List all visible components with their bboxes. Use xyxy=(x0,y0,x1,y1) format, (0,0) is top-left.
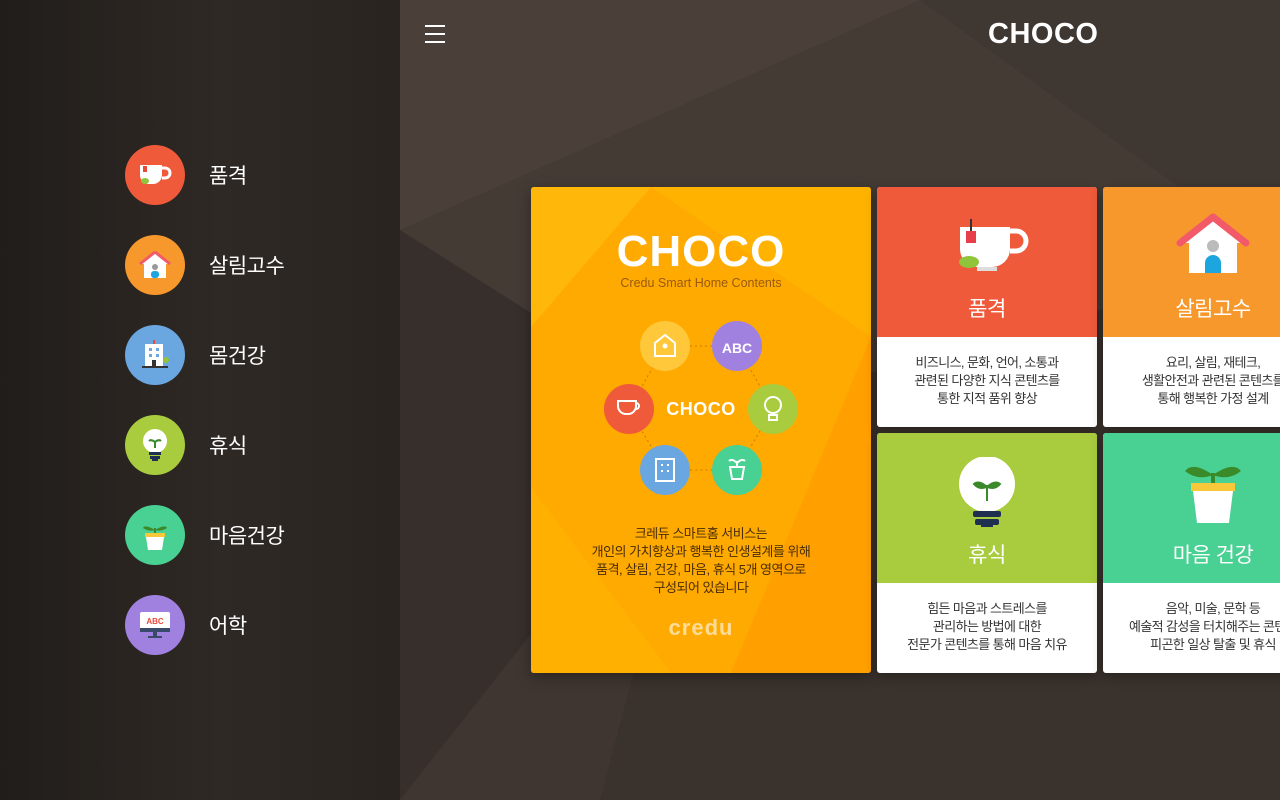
hospital-icon xyxy=(125,325,185,385)
feature-title: CHOCO xyxy=(616,227,786,276)
sidebar-item-maeumgeongang[interactable]: 마음건강 xyxy=(125,505,285,565)
sidebar-menu: 품격 살림고수 몸건강 휴식 마음건강 ABC 어학 xyxy=(125,145,285,685)
hospital-icon xyxy=(640,445,690,495)
house-icon xyxy=(125,235,185,295)
tile-title: 품격 xyxy=(968,298,1006,321)
abc-monitor-icon: ABC xyxy=(125,595,185,655)
sidebar-item-label: 휴식 xyxy=(209,435,247,458)
credu-logo: credu xyxy=(668,615,734,640)
plant-pot-icon xyxy=(712,445,762,495)
sidebar-item-momgeongang[interactable]: 몸건강 xyxy=(125,325,284,385)
sidebar-item-label: 몸건강 xyxy=(209,345,266,368)
sidebar-item-label: 어학 xyxy=(209,615,247,638)
tile-title: 휴식 xyxy=(968,544,1006,567)
feature-subtitle: Credu Smart Home Contents xyxy=(620,276,782,290)
sidebar-item-pumgyeok[interactable]: 품격 xyxy=(125,145,284,205)
feature-card[interactable]: CHOCO Credu Smart Home Contents ABC CHOC… xyxy=(531,187,871,673)
sidebar-item-hyusik[interactable]: 휴식 xyxy=(125,415,284,475)
tile-title: 살림고수 xyxy=(1175,298,1251,321)
plant-pot-icon xyxy=(125,505,185,565)
hamburger-menu-icon[interactable] xyxy=(425,25,447,45)
teacup-icon xyxy=(125,145,185,205)
tile-description: 비즈니스, 문화, 언어, 소통과 관련된 다양한 지식 콘텐츠를 통한 지적 … xyxy=(914,355,1060,406)
tile-maeumgeongang[interactable]: 마음 건강 음악, 미술, 문학 등 예술적 감성을 터치해주는 콘텐츠 피곤한… xyxy=(1103,433,1280,673)
lightbulb-icon xyxy=(125,415,185,475)
teacup-icon xyxy=(959,219,1029,271)
svg-text:ABC: ABC xyxy=(722,340,752,356)
sidebar-item-label: 살림고수 xyxy=(209,255,285,278)
svg-text:ABC: ABC xyxy=(146,617,164,626)
tile-pumgyeok[interactable]: 품격 비즈니스, 문화, 언어, 소통과 관련된 다양한 지식 콘텐츠를 통한 … xyxy=(877,187,1097,427)
center-logo: CHOCO xyxy=(666,399,736,419)
abc-letters-icon: ABC xyxy=(712,321,762,371)
tile-title: 마음 건강 xyxy=(1172,544,1254,567)
tile-description: 요리, 살림, 재테크, 생활안전과 관련된 콘텐츠를 통해 행복한 가정 설계 xyxy=(1141,355,1280,406)
lightbulb-icon xyxy=(959,457,1015,527)
tile-hyusik[interactable]: 휴식 힘든 마음과 스트레스를 관리하는 방법에 대한 전문가 콘텐츠를 통해 … xyxy=(877,433,1097,673)
tile-description: 음악, 미술, 문학 등 예술적 감성을 터치해주는 콘텐츠 피곤한 일상 탈출… xyxy=(1128,601,1280,652)
feature-description: 크레듀 스마트홈 서비스는 개인의 가치향상과 행복한 인생설계를 위해 품격,… xyxy=(591,526,811,595)
house-icon xyxy=(640,321,690,371)
plant-pot-icon xyxy=(1185,466,1241,523)
sidebar-item-label: 품격 xyxy=(209,165,247,188)
app-logo: CHOCO xyxy=(988,18,1099,50)
sidebar-item-eohak[interactable]: ABC 어학 xyxy=(125,595,284,655)
tile-salimgosu[interactable]: 살림고수 요리, 살림, 재테크, 생활안전과 관련된 콘텐츠를 통해 행복한 … xyxy=(1103,187,1280,427)
sidebar-item-salimgosu[interactable]: 살림고수 xyxy=(125,235,285,295)
sidebar: 품격 살림고수 몸건강 휴식 마음건강 ABC 어학 xyxy=(0,0,400,800)
tile-description: 힘든 마음과 스트레스를 관리하는 방법에 대한 전문가 콘텐츠를 통해 마음 … xyxy=(907,601,1067,652)
house-icon xyxy=(1176,213,1250,273)
sidebar-item-label: 마음건강 xyxy=(209,525,285,548)
